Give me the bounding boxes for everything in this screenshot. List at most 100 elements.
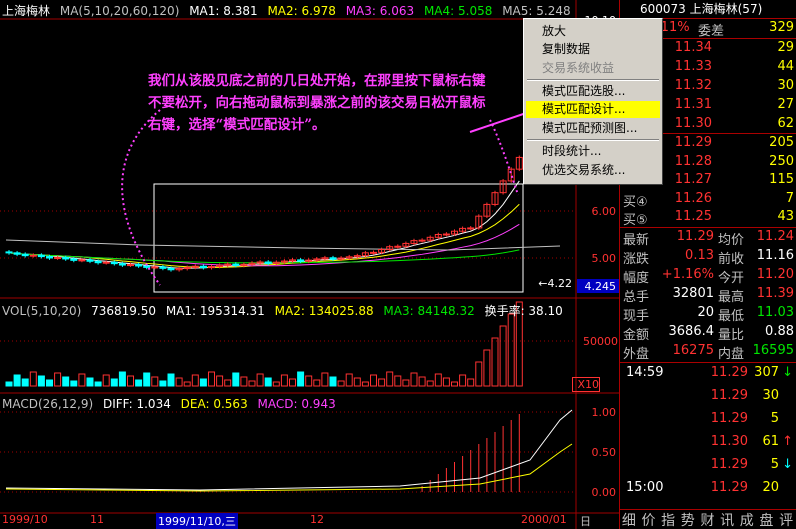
quote-tab[interactable]: 指 [661,510,675,529]
tick-volume: 5 [770,411,779,426]
candle-body [86,259,94,262]
volume-bar [135,379,143,387]
order-volume: 205 [769,135,794,150]
vol-value: 736819.50 [91,304,157,318]
context-menu-item[interactable]: 放大 [526,23,660,40]
tick-row: 11.29 5 [620,411,796,429]
tick-arrow-icon: ↓ [782,365,793,380]
volume-bar [386,371,394,387]
candle-body [264,261,272,264]
order-price: 11.30 [674,116,712,131]
tick-row: 11.30 61 ↑ [620,434,796,452]
stat-row: 幅度 +1.16% 今开 11.20 [620,267,796,286]
quote-tab[interactable]: 财 [700,510,714,529]
order-price: 11.29 [674,135,712,150]
tick-row: 15:00 11.29 20 [620,480,796,498]
volume-bar [426,380,434,387]
candle-body [102,261,110,264]
ma5-value: MA5: 5.248 [502,4,571,18]
tick-arrow-icon: ↑ [782,434,793,449]
stat-label: 涨跌 [623,252,650,267]
quote-tab[interactable]: 评 [779,510,793,529]
stat-value: 32801 [672,286,714,301]
volume-bar [216,375,224,387]
date-axis: 1999/10 11 1999/11/10,三 12 2000/01 日线 [0,513,591,529]
volume-bar [208,371,215,387]
order-price: 11.32 [674,78,712,93]
macd-title: MACD(26,12,9) [2,397,94,411]
stock-name: 上海梅林 [2,4,51,18]
volume-bar [86,377,94,387]
candle-body [94,260,102,264]
stat-label: 现手 [623,309,650,324]
context-menu-item[interactable]: 时段统计... [526,143,660,160]
period-label[interactable]: 日线 [580,513,591,529]
candle-body [70,258,78,261]
quote-tab[interactable]: 成 [740,510,754,529]
ma-line [5,239,561,251]
y-label-current: 4.245 [584,280,617,293]
volume-bar [321,372,329,387]
candle-body [143,265,151,268]
candle-body [62,257,70,260]
stat-value-2: 11.20 [756,267,794,282]
candle-body [151,266,159,269]
quote-tab[interactable]: 势 [681,510,695,529]
volume-bar [199,378,207,387]
context-menu-item[interactable]: 模式匹配选股... [526,83,660,100]
candle-body [5,251,13,254]
volume-bar [191,374,199,387]
volume-bar [459,374,467,387]
quote-tab[interactable]: 讯 [720,510,734,529]
volume-bar [451,381,458,387]
stat-label-2: 最低 [718,309,745,324]
tick-volume: 307 [754,365,779,380]
ma-line [8,180,520,269]
tick-price: 11.29 [710,457,748,472]
kline-chart-area[interactable]: ←4.22 上海梅林 MA(5,10,20,60,120) MA1: 8.381… [0,0,620,529]
volume-bar [467,378,475,387]
stat-row: 总手 32801 最高 11.39 [620,286,796,305]
volume-bar [232,372,240,387]
stat-row: 涨跌 0.13 前收 11.16 [620,248,796,267]
quote-tab[interactable]: 价 [641,510,655,529]
candle-body [297,259,305,262]
volume-bar [94,381,102,387]
stat-value-2: 0.88 [765,324,794,339]
volume-bar [483,349,491,387]
tick-time: 14:59 [626,365,664,380]
context-menu-item[interactable]: 优选交易系统... [526,162,660,179]
tick-row: 14:59 11.29 307 ↓ [620,365,796,383]
context-menu-item[interactable]: 模式匹配预测图... [526,120,660,137]
date-cursor: 1999/11/10,三 [156,513,238,529]
stat-row: 现手 20 最低 11.03 [620,305,796,324]
vol-y-label: 50000 [583,335,618,348]
order-volume: 115 [769,172,794,187]
quote-tab[interactable]: 细 [622,510,636,529]
order-volume: 7 [785,190,794,206]
stat-row: 金额 3686.4 量比 0.88 [620,324,796,343]
stat-value: +1.16% [661,267,714,282]
volume-bar [434,373,442,387]
stat-label: 幅度 [623,271,650,286]
context-menu-item[interactable]: 复制数据 [526,41,660,58]
candle-body [110,261,118,265]
ma-label: MA(5,10,20,60,120) [59,4,180,18]
order-price: 11.26 [674,190,712,206]
volume-bar [337,380,345,387]
context-menu-item[interactable]: 模式匹配设计... [526,101,660,118]
quote-tabs: 细价指势财讯成盘评 [619,509,796,529]
volume-bar [159,380,167,387]
quote-tab[interactable]: 盘 [759,510,773,529]
volume-bar [361,381,369,387]
volume-bar [475,361,483,387]
weicha-label: 委差 [698,24,725,39]
vol-header: VOL(5,10,20) 736819.50 MA1: 195314.31 MA… [2,302,569,319]
order-volume: 62 [777,116,794,131]
volume-bar [143,372,151,387]
macd-y-1: 1.00 [591,406,617,419]
candle-body [118,263,126,266]
ma4-value: MA4: 5.058 [423,4,493,18]
macd-header: MACD(26,12,9) DIFF: 1.034 DEA: 0.563 MAC… [2,397,342,411]
stat-label-2: 最高 [718,290,745,305]
